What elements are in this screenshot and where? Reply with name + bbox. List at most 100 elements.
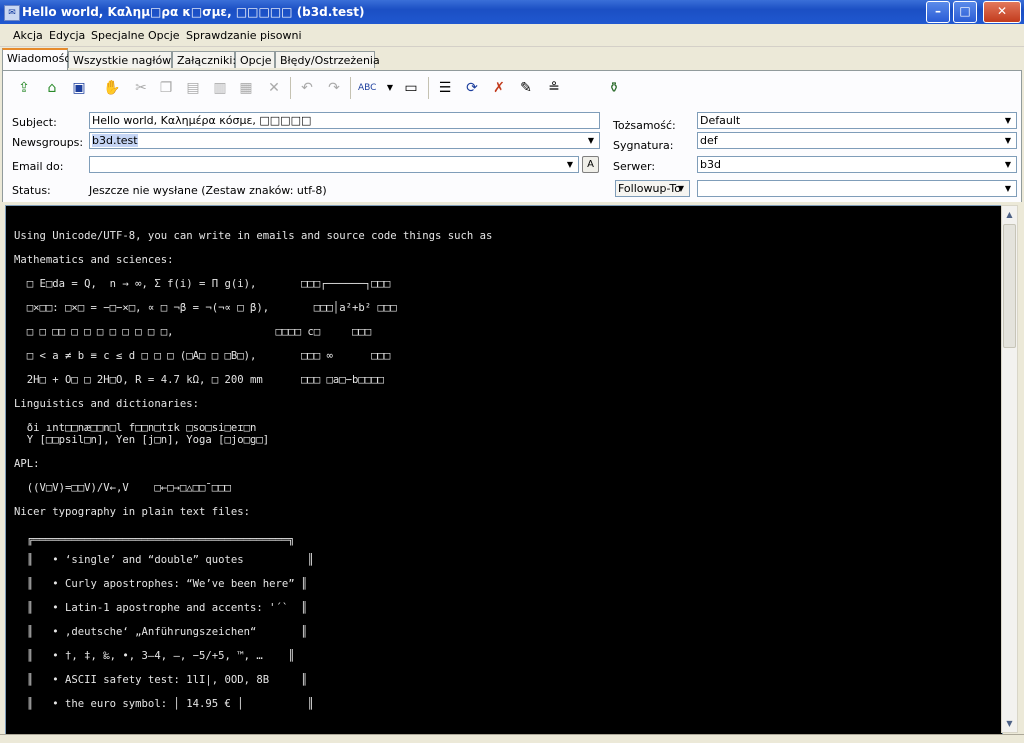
signature-label: Sygnatura:	[613, 139, 674, 152]
chevron-down-icon[interactable]: ▼	[1001, 182, 1015, 195]
body-line: □ < a ≠ b ≡ c ≤ d □ □ □ (□A□ □ □B□), □□□…	[14, 350, 391, 362]
body-line: ║ • the euro symbol: │ 14.95 € │ ║	[14, 698, 314, 710]
redo-icon[interactable]: ↷	[325, 79, 343, 97]
server-value: b3d	[700, 158, 721, 171]
hand-icon[interactable]: ✋	[103, 79, 121, 97]
server-label: Serwer:	[613, 160, 656, 173]
maximize-button[interactable]: □	[953, 1, 977, 23]
toolbar-separator	[428, 77, 429, 99]
notes-icon[interactable]: ✎	[517, 79, 535, 97]
body-line: □ □ □□ □ □ □ □ □ □ □ □, □□□□ c□ □□□	[14, 326, 372, 338]
scroll-thumb[interactable]	[1003, 224, 1016, 348]
body-line: Linguistics and dictionaries:	[14, 398, 199, 410]
email-input[interactable]: ▼	[89, 156, 579, 173]
chevron-down-icon[interactable]: ▼	[563, 158, 577, 171]
toolbar: ⇪ ⌂ ▣ ✋ ✂ ❐ ▤ ▥ ▦ ✕ ↶ ↷ ABC ▼ ▭ ☰ ⟳ ✗ ✎ …	[2, 70, 1022, 105]
wrap-icon[interactable]: ☰	[436, 79, 454, 97]
followup-select[interactable]: Followup-To ▼	[615, 180, 690, 197]
tab-wiadomosc[interactable]: Wiadomość	[2, 48, 70, 70]
tab-strip: Wiadomość Wszystkie nagłówki Załączniki:…	[0, 48, 1024, 70]
tab-opcje[interactable]: Opcje	[235, 51, 275, 68]
status-value: Jeszcze nie wysłane (Zestaw znaków: utf-…	[89, 184, 327, 197]
body-line: □×□□: □×□ = −□−×□, ∝ □ ¬β = ¬(¬∝ □ β), □…	[14, 302, 397, 314]
body-line: Using Unicode/UTF-8, you can write in em…	[14, 230, 493, 242]
scroll-down-icon[interactable]: ▼	[1002, 716, 1017, 731]
server-select[interactable]: b3d ▼	[697, 156, 1017, 173]
body-line: ði ınt□□næ□□n□l f□□n□tɪk □so□si□eɪ□n	[14, 422, 257, 434]
subject-label: Subject:	[12, 116, 57, 129]
cut-icon[interactable]: ✂	[132, 79, 150, 97]
body-line: Mathematics and sciences:	[14, 254, 174, 266]
chevron-down-icon[interactable]: ▼	[674, 182, 688, 195]
paste-special-icon[interactable]: ▦	[237, 79, 255, 97]
menu-opcje[interactable]: Opcje	[148, 29, 180, 42]
status-label: Status:	[12, 184, 51, 197]
save-icon[interactable]: ▣	[70, 79, 88, 97]
signature-value: def	[700, 134, 718, 147]
toolbar-separator	[290, 77, 291, 99]
chevron-down-icon[interactable]: ▼	[1001, 158, 1015, 171]
identity-select[interactable]: Default ▼	[697, 112, 1017, 129]
app-icon: ✉	[4, 5, 20, 21]
newsgroups-value: b3d.test	[92, 134, 138, 147]
menu-specjalne[interactable]: Specjalne	[91, 29, 144, 42]
header-fields: Subject: Hello world, Καλημέρα κόσμε, □□…	[2, 104, 1022, 202]
chevron-down-icon[interactable]: ▼	[584, 134, 598, 147]
copy-icon[interactable]: ❐	[157, 79, 175, 97]
close-button[interactable]: ✕	[983, 1, 1021, 23]
newsgroups-label: Newsgroups:	[12, 136, 84, 149]
signature-icon[interactable]: ≗	[545, 79, 563, 97]
followup-label: Followup-To	[618, 182, 681, 195]
body-line: ║ • †, ‡, ‰, •, 3–4, —, −5/+5, ™, … ║	[14, 650, 295, 662]
toolbar-separator	[350, 77, 351, 99]
menu-akcja[interactable]: Akcja	[13, 29, 43, 42]
send-icon[interactable]: ⇪	[15, 79, 33, 97]
email-label: Email do:	[12, 160, 64, 173]
tab-zalaczniki[interactable]: Załączniki:	[172, 51, 236, 68]
delete-icon[interactable]: ✕	[265, 79, 283, 97]
tab-wszystkie-naglowki[interactable]: Wszystkie nagłówki	[68, 51, 181, 68]
chevron-down-icon[interactable]: ▼	[1001, 114, 1015, 127]
unwrap-icon[interactable]: ✗	[490, 79, 508, 97]
identity-label: Tożsamość:	[613, 119, 676, 132]
signature-select[interactable]: def ▼	[697, 132, 1017, 149]
paste-icon[interactable]: ▤	[184, 79, 202, 97]
newsgroups-input[interactable]: b3d.test ▼	[89, 132, 600, 149]
menu-sprawdzanie-pisowni[interactable]: Sprawdzanie pisowni	[186, 29, 302, 42]
body-line: ║ • ‘single’ and “double” quotes ║	[14, 554, 314, 566]
body-line: 2H□ + O□ □ 2H□O, R = 4.7 kΩ, □ 200 mm □□…	[14, 374, 384, 386]
undo-icon[interactable]: ↶	[298, 79, 316, 97]
rot13-icon[interactable]: ⟳	[463, 79, 481, 97]
paste-quote-icon[interactable]: ▥	[211, 79, 229, 97]
body-line: ║ • Curly apostrophes: “We’ve been here”…	[14, 578, 308, 590]
address-book-button[interactable]: A	[582, 156, 599, 173]
text-icon[interactable]: ▭	[402, 79, 420, 97]
menu-edycja[interactable]: Edycja	[49, 29, 85, 42]
body-line: APL:	[14, 458, 40, 470]
attach-icon[interactable]: ⚱	[605, 79, 623, 97]
title-bar[interactable]: ✉ Hello world, Καλημ□ρα κ□σμε, □□□□□ (b3…	[0, 0, 1024, 24]
send-later-icon[interactable]: ⌂	[43, 79, 61, 97]
subject-value: Hello world, Καλημέρα κόσμε, □□□□□	[92, 114, 312, 127]
spellcheck-icon[interactable]: ABC	[358, 79, 376, 97]
body-line: ╔═══════════════════════════════════════…	[14, 534, 295, 546]
scroll-up-icon[interactable]: ▲	[1002, 207, 1017, 222]
body-line: Y [□□psil□n], Yen [j□n], Yoga [□jo□g□]	[14, 434, 270, 446]
window-title: Hello world, Καλημ□ρα κ□σμε, □□□□□ (b3d.…	[22, 5, 365, 19]
chevron-down-icon[interactable]: ▼	[1001, 134, 1015, 147]
identity-value: Default	[700, 114, 741, 127]
subject-input[interactable]: Hello world, Καλημέρα κόσμε, □□□□□	[89, 112, 600, 129]
minimize-button[interactable]: –	[926, 1, 950, 23]
body-line: □ E□da = Q, n → ∞, Σ f(i) = Π g(i), □□□┌…	[14, 278, 391, 290]
body-line: ║ • Latin-1 apostrophe and accents: '´` …	[14, 602, 308, 614]
body-line: Nicer typography in plain text files:	[14, 506, 250, 518]
tab-bledy-ostrzezenia[interactable]: Błędy/Ostrzeżenia	[275, 51, 380, 68]
message-body[interactable]: Using Unicode/UTF-8, you can write in em…	[5, 205, 1003, 735]
menu-bar: Akcja Edycja Specjalne Opcje Sprawdzanie…	[0, 24, 1024, 47]
vertical-scrollbar[interactable]: ▲ ▼	[1001, 205, 1018, 733]
followup-input[interactable]: ▼	[697, 180, 1017, 197]
body-line: ║ • ‚deutsche‘ „Anführungszeichen“ ║	[14, 626, 308, 638]
body-line: ║ • ASCII safety test: 1lI|, 0OD, 8B ║	[14, 674, 308, 686]
body-line: ((V□V)=□□V)/V←,V □←□→□△□□¯□□□	[14, 482, 231, 494]
dropdown-arrow-icon[interactable]: ▼	[381, 79, 399, 97]
